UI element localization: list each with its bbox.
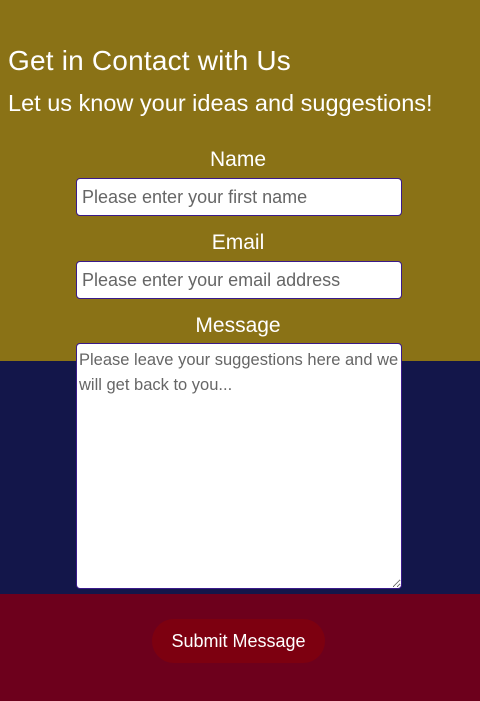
message-textarea[interactable]	[76, 343, 402, 589]
page-subtitle: Let us know your ideas and suggestions!	[8, 90, 433, 116]
email-label: Email	[211, 231, 265, 254]
message-label: Message	[195, 314, 281, 337]
page-title: Get in Contact with Us	[8, 45, 291, 76]
name-label: Name	[209, 148, 267, 171]
submit-message-button[interactable]: Submit Message	[152, 619, 325, 663]
email-input[interactable]	[76, 261, 402, 299]
name-input[interactable]	[76, 178, 402, 216]
